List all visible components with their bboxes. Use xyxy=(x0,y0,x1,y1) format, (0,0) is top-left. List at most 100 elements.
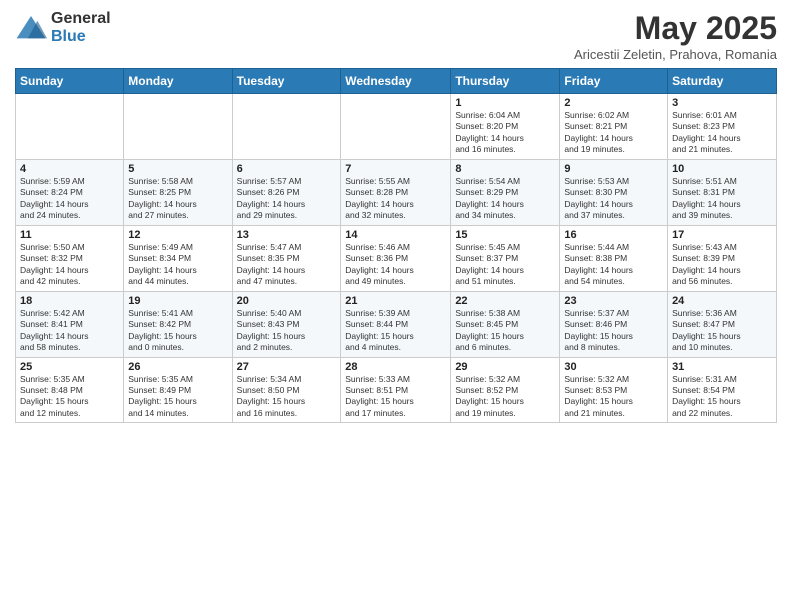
day-number: 17 xyxy=(672,229,772,241)
header-thursday: Thursday xyxy=(451,69,560,94)
day-info: Sunrise: 5:44 AM Sunset: 8:38 PM Dayligh… xyxy=(564,242,663,288)
table-row: 6Sunrise: 5:57 AM Sunset: 8:26 PM Daylig… xyxy=(232,159,341,225)
table-row: 1Sunrise: 6:04 AM Sunset: 8:20 PM Daylig… xyxy=(451,94,560,160)
table-row: 16Sunrise: 5:44 AM Sunset: 8:38 PM Dayli… xyxy=(560,225,668,291)
table-row xyxy=(124,94,232,160)
table-row: 12Sunrise: 5:49 AM Sunset: 8:34 PM Dayli… xyxy=(124,225,232,291)
day-info: Sunrise: 5:58 AM Sunset: 8:25 PM Dayligh… xyxy=(128,176,227,222)
table-row: 27Sunrise: 5:34 AM Sunset: 8:50 PM Dayli… xyxy=(232,357,341,423)
day-number: 22 xyxy=(455,295,555,307)
day-number: 26 xyxy=(128,361,227,373)
day-info: Sunrise: 5:46 AM Sunset: 8:36 PM Dayligh… xyxy=(345,242,446,288)
table-row: 29Sunrise: 5:32 AM Sunset: 8:52 PM Dayli… xyxy=(451,357,560,423)
day-info: Sunrise: 5:35 AM Sunset: 8:48 PM Dayligh… xyxy=(20,374,119,420)
calendar-title: May 2025 xyxy=(574,10,777,47)
day-number: 16 xyxy=(564,229,663,241)
table-row: 18Sunrise: 5:42 AM Sunset: 8:41 PM Dayli… xyxy=(16,291,124,357)
day-info: Sunrise: 5:45 AM Sunset: 8:37 PM Dayligh… xyxy=(455,242,555,288)
day-info: Sunrise: 6:02 AM Sunset: 8:21 PM Dayligh… xyxy=(564,110,663,156)
table-row: 11Sunrise: 5:50 AM Sunset: 8:32 PM Dayli… xyxy=(16,225,124,291)
table-row: 24Sunrise: 5:36 AM Sunset: 8:47 PM Dayli… xyxy=(668,291,777,357)
logo-blue: Blue xyxy=(51,28,111,46)
header-wednesday: Wednesday xyxy=(341,69,451,94)
table-row: 20Sunrise: 5:40 AM Sunset: 8:43 PM Dayli… xyxy=(232,291,341,357)
table-row: 30Sunrise: 5:32 AM Sunset: 8:53 PM Dayli… xyxy=(560,357,668,423)
day-number: 19 xyxy=(128,295,227,307)
header: General Blue May 2025 Aricestii Zeletin,… xyxy=(15,10,777,62)
header-friday: Friday xyxy=(560,69,668,94)
table-row: 10Sunrise: 5:51 AM Sunset: 8:31 PM Dayli… xyxy=(668,159,777,225)
day-info: Sunrise: 5:34 AM Sunset: 8:50 PM Dayligh… xyxy=(237,374,337,420)
day-info: Sunrise: 5:49 AM Sunset: 8:34 PM Dayligh… xyxy=(128,242,227,288)
day-info: Sunrise: 5:33 AM Sunset: 8:51 PM Dayligh… xyxy=(345,374,446,420)
logo: General Blue xyxy=(15,10,111,45)
table-row: 22Sunrise: 5:38 AM Sunset: 8:45 PM Dayli… xyxy=(451,291,560,357)
table-row: 2Sunrise: 6:02 AM Sunset: 8:21 PM Daylig… xyxy=(560,94,668,160)
calendar-week-row: 25Sunrise: 5:35 AM Sunset: 8:48 PM Dayli… xyxy=(16,357,777,423)
day-info: Sunrise: 6:01 AM Sunset: 8:23 PM Dayligh… xyxy=(672,110,772,156)
title-block: May 2025 Aricestii Zeletin, Prahova, Rom… xyxy=(574,10,777,62)
day-info: Sunrise: 5:42 AM Sunset: 8:41 PM Dayligh… xyxy=(20,308,119,354)
day-info: Sunrise: 5:41 AM Sunset: 8:42 PM Dayligh… xyxy=(128,308,227,354)
day-info: Sunrise: 5:51 AM Sunset: 8:31 PM Dayligh… xyxy=(672,176,772,222)
table-row: 13Sunrise: 5:47 AM Sunset: 8:35 PM Dayli… xyxy=(232,225,341,291)
table-row: 3Sunrise: 6:01 AM Sunset: 8:23 PM Daylig… xyxy=(668,94,777,160)
calendar-week-row: 18Sunrise: 5:42 AM Sunset: 8:41 PM Dayli… xyxy=(16,291,777,357)
table-row: 5Sunrise: 5:58 AM Sunset: 8:25 PM Daylig… xyxy=(124,159,232,225)
day-info: Sunrise: 5:59 AM Sunset: 8:24 PM Dayligh… xyxy=(20,176,119,222)
logo-icon xyxy=(15,14,47,42)
day-number: 3 xyxy=(672,97,772,109)
logo-text: General Blue xyxy=(51,10,111,45)
day-info: Sunrise: 5:57 AM Sunset: 8:26 PM Dayligh… xyxy=(237,176,337,222)
day-info: Sunrise: 5:38 AM Sunset: 8:45 PM Dayligh… xyxy=(455,308,555,354)
table-row: 19Sunrise: 5:41 AM Sunset: 8:42 PM Dayli… xyxy=(124,291,232,357)
table-row: 17Sunrise: 5:43 AM Sunset: 8:39 PM Dayli… xyxy=(668,225,777,291)
day-number: 27 xyxy=(237,361,337,373)
calendar-subtitle: Aricestii Zeletin, Prahova, Romania xyxy=(574,47,777,62)
day-info: Sunrise: 5:32 AM Sunset: 8:52 PM Dayligh… xyxy=(455,374,555,420)
logo-general: General xyxy=(51,10,111,28)
calendar-week-row: 11Sunrise: 5:50 AM Sunset: 8:32 PM Dayli… xyxy=(16,225,777,291)
day-number: 20 xyxy=(237,295,337,307)
day-number: 25 xyxy=(20,361,119,373)
calendar-week-row: 4Sunrise: 5:59 AM Sunset: 8:24 PM Daylig… xyxy=(16,159,777,225)
day-number: 24 xyxy=(672,295,772,307)
header-saturday: Saturday xyxy=(668,69,777,94)
table-row: 31Sunrise: 5:31 AM Sunset: 8:54 PM Dayli… xyxy=(668,357,777,423)
day-number: 15 xyxy=(455,229,555,241)
table-row: 25Sunrise: 5:35 AM Sunset: 8:48 PM Dayli… xyxy=(16,357,124,423)
day-number: 5 xyxy=(128,163,227,175)
day-number: 11 xyxy=(20,229,119,241)
header-tuesday: Tuesday xyxy=(232,69,341,94)
header-sunday: Sunday xyxy=(16,69,124,94)
day-info: Sunrise: 5:55 AM Sunset: 8:28 PM Dayligh… xyxy=(345,176,446,222)
day-number: 1 xyxy=(455,97,555,109)
calendar-table: Sunday Monday Tuesday Wednesday Thursday… xyxy=(15,68,777,423)
table-row: 26Sunrise: 5:35 AM Sunset: 8:49 PM Dayli… xyxy=(124,357,232,423)
header-monday: Monday xyxy=(124,69,232,94)
table-row: 21Sunrise: 5:39 AM Sunset: 8:44 PM Dayli… xyxy=(341,291,451,357)
table-row: 9Sunrise: 5:53 AM Sunset: 8:30 PM Daylig… xyxy=(560,159,668,225)
day-info: Sunrise: 6:04 AM Sunset: 8:20 PM Dayligh… xyxy=(455,110,555,156)
day-number: 7 xyxy=(345,163,446,175)
day-number: 2 xyxy=(564,97,663,109)
table-row: 8Sunrise: 5:54 AM Sunset: 8:29 PM Daylig… xyxy=(451,159,560,225)
table-row xyxy=(232,94,341,160)
page: General Blue May 2025 Aricestii Zeletin,… xyxy=(0,0,792,612)
table-row: 28Sunrise: 5:33 AM Sunset: 8:51 PM Dayli… xyxy=(341,357,451,423)
day-info: Sunrise: 5:36 AM Sunset: 8:47 PM Dayligh… xyxy=(672,308,772,354)
table-row: 23Sunrise: 5:37 AM Sunset: 8:46 PM Dayli… xyxy=(560,291,668,357)
table-row xyxy=(16,94,124,160)
day-number: 21 xyxy=(345,295,446,307)
day-info: Sunrise: 5:31 AM Sunset: 8:54 PM Dayligh… xyxy=(672,374,772,420)
day-number: 29 xyxy=(455,361,555,373)
table-row: 15Sunrise: 5:45 AM Sunset: 8:37 PM Dayli… xyxy=(451,225,560,291)
day-number: 10 xyxy=(672,163,772,175)
day-info: Sunrise: 5:40 AM Sunset: 8:43 PM Dayligh… xyxy=(237,308,337,354)
day-info: Sunrise: 5:47 AM Sunset: 8:35 PM Dayligh… xyxy=(237,242,337,288)
day-info: Sunrise: 5:50 AM Sunset: 8:32 PM Dayligh… xyxy=(20,242,119,288)
weekday-header-row: Sunday Monday Tuesday Wednesday Thursday… xyxy=(16,69,777,94)
day-number: 23 xyxy=(564,295,663,307)
calendar-body: 1Sunrise: 6:04 AM Sunset: 8:20 PM Daylig… xyxy=(16,94,777,423)
day-number: 18 xyxy=(20,295,119,307)
